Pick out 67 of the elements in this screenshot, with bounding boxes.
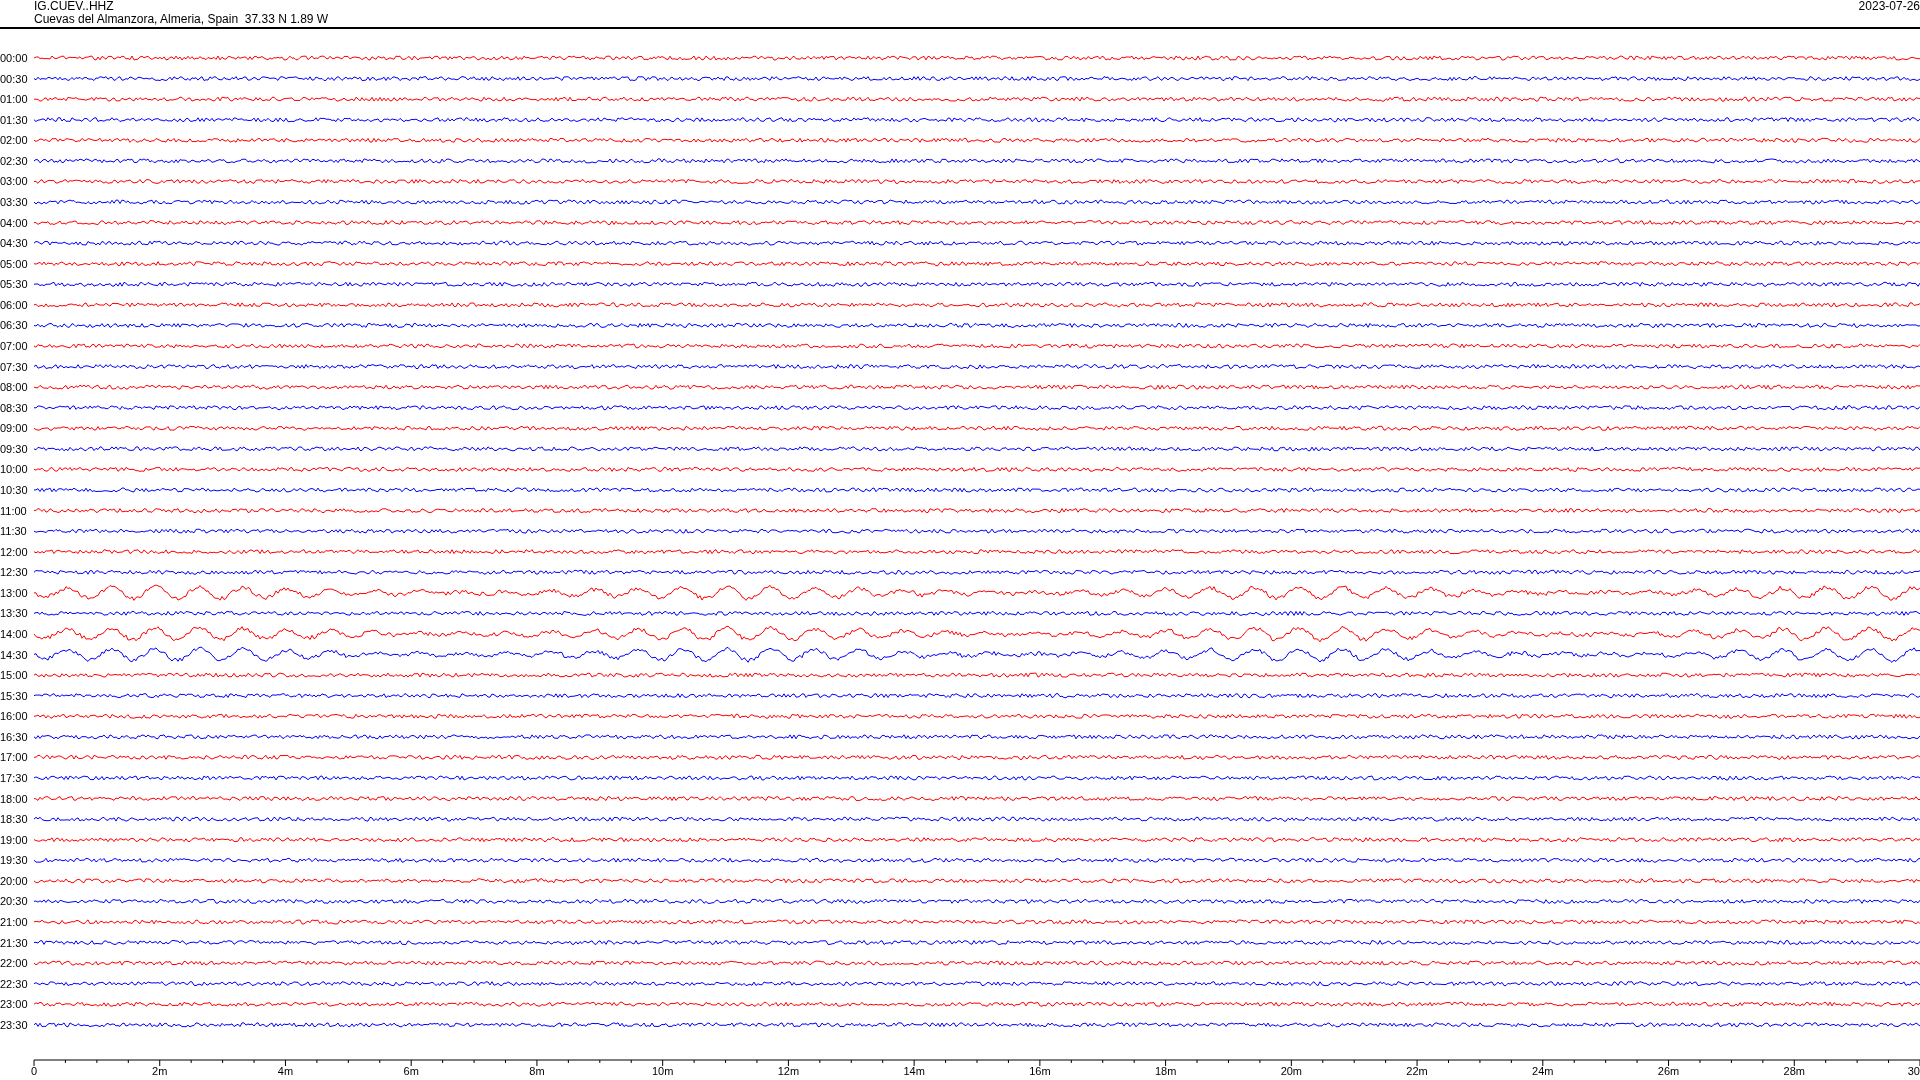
axis-label: 8m (529, 1065, 545, 1077)
time-label: 00:30 (0, 72, 28, 85)
axis-label: 0 (30, 1065, 38, 1077)
axis-label: 4m (277, 1065, 294, 1077)
time-label: 03:30 (0, 196, 28, 208)
axis-label: 12m (777, 1065, 800, 1077)
time-label: 05:00 (0, 257, 28, 270)
time-label: 15:30 (0, 689, 28, 702)
station-code: IG.CUEV..HHZ (34, 0, 115, 13)
time-label: 17:30 (0, 771, 28, 784)
time-label: 02:30 (0, 154, 28, 167)
time-label: 07:30 (0, 360, 28, 373)
axis-label: 2m (152, 1065, 168, 1077)
time-label: 20:00 (0, 874, 28, 887)
time-label: 17:00 (0, 751, 28, 764)
time-label: 12:30 (0, 566, 28, 579)
time-label: 14:30 (0, 648, 28, 661)
time-label: 03:00 (0, 175, 28, 188)
time-label: 08:30 (0, 401, 28, 414)
axis-label: 10m (651, 1065, 674, 1077)
time-label: 04:30 (0, 237, 28, 250)
time-label: 05:30 (0, 278, 28, 291)
time-label: 02:00 (0, 134, 28, 147)
time-label: 13:30 (0, 607, 28, 620)
time-label: 10:30 (0, 483, 28, 496)
time-label: 09:00 (0, 422, 28, 435)
time-label: 23:30 (0, 1018, 28, 1031)
axis-label: 20m (1280, 1065, 1303, 1077)
plot-date: 2023-07-26 (1858, 0, 1920, 13)
time-label: 18:00 (0, 792, 28, 805)
time-label: 00:00 (0, 52, 28, 64)
time-label: 12:00 (0, 545, 28, 558)
axis-label: 16m (1029, 1065, 1051, 1077)
axis-label: 26m (1657, 1065, 1680, 1077)
time-label: 21:00 (0, 915, 28, 928)
time-label: 22:00 (0, 957, 28, 970)
time-label: 07:00 (0, 340, 28, 352)
time-label: 15:00 (0, 669, 28, 682)
time-label: 04:00 (0, 216, 28, 229)
time-label: 01:30 (0, 113, 28, 126)
time-label: 11:30 (0, 525, 27, 538)
time-label: 23:00 (0, 998, 28, 1011)
time-label: 01:00 (0, 93, 28, 106)
time-label: 20:30 (0, 895, 28, 908)
time-label: 06:00 (0, 298, 28, 311)
time-label: 21:30 (0, 936, 28, 949)
time-label: 14:00 (0, 627, 28, 640)
axis-label: 24m (1532, 1065, 1554, 1077)
time-label: 10:00 (0, 463, 28, 476)
time-label: 13:00 (0, 586, 28, 599)
axis-label: 22m (1406, 1065, 1428, 1077)
axis-label: 18m (1154, 1065, 1177, 1077)
time-label: 09:30 (0, 442, 28, 455)
time-label: 19:00 (0, 833, 28, 846)
station-location: Cuevas del Almanzora, Almeria, Spain 37.33 N 1.89 W (34, 13, 329, 26)
axis-label: 14m (903, 1065, 925, 1077)
time-label: 11:00 (0, 504, 27, 517)
axis-label: 30 (1907, 1065, 1920, 1077)
time-label: 19:30 (0, 854, 28, 867)
time-label: 08:00 (0, 381, 28, 394)
axis-label: 6m (403, 1065, 419, 1077)
time-label: 06:30 (0, 319, 28, 332)
time-label: 16:00 (0, 710, 28, 723)
time-label: 16:30 (0, 730, 28, 743)
time-label: 22:30 (0, 977, 28, 990)
time-label: 18:30 (0, 813, 28, 826)
axis-label: 28m (1783, 1065, 1805, 1077)
